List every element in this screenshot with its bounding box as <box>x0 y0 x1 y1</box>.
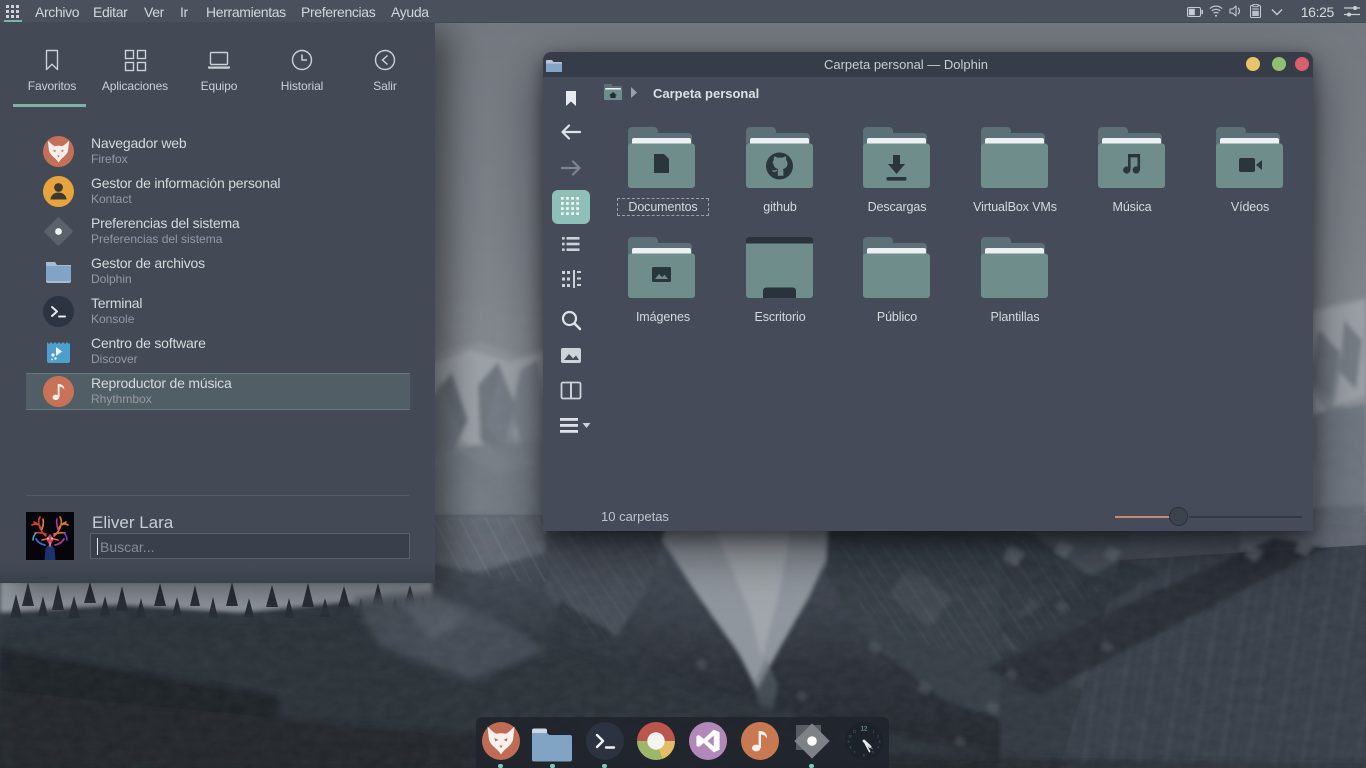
svg-text:9: 9 <box>848 740 850 744</box>
svg-text:4: 4 <box>877 746 879 750</box>
svg-text:11: 11 <box>853 730 857 734</box>
svg-text:12: 12 <box>861 727 868 733</box>
svg-text:7: 7 <box>854 751 856 755</box>
svg-text:2: 2 <box>877 735 879 739</box>
svg-text:6: 6 <box>863 754 865 758</box>
svg-text:10: 10 <box>848 735 852 739</box>
svg-text:8: 8 <box>850 746 852 750</box>
svg-text:5: 5 <box>872 751 874 755</box>
svg-text:1: 1 <box>873 730 875 734</box>
svg-text:3: 3 <box>879 740 881 744</box>
